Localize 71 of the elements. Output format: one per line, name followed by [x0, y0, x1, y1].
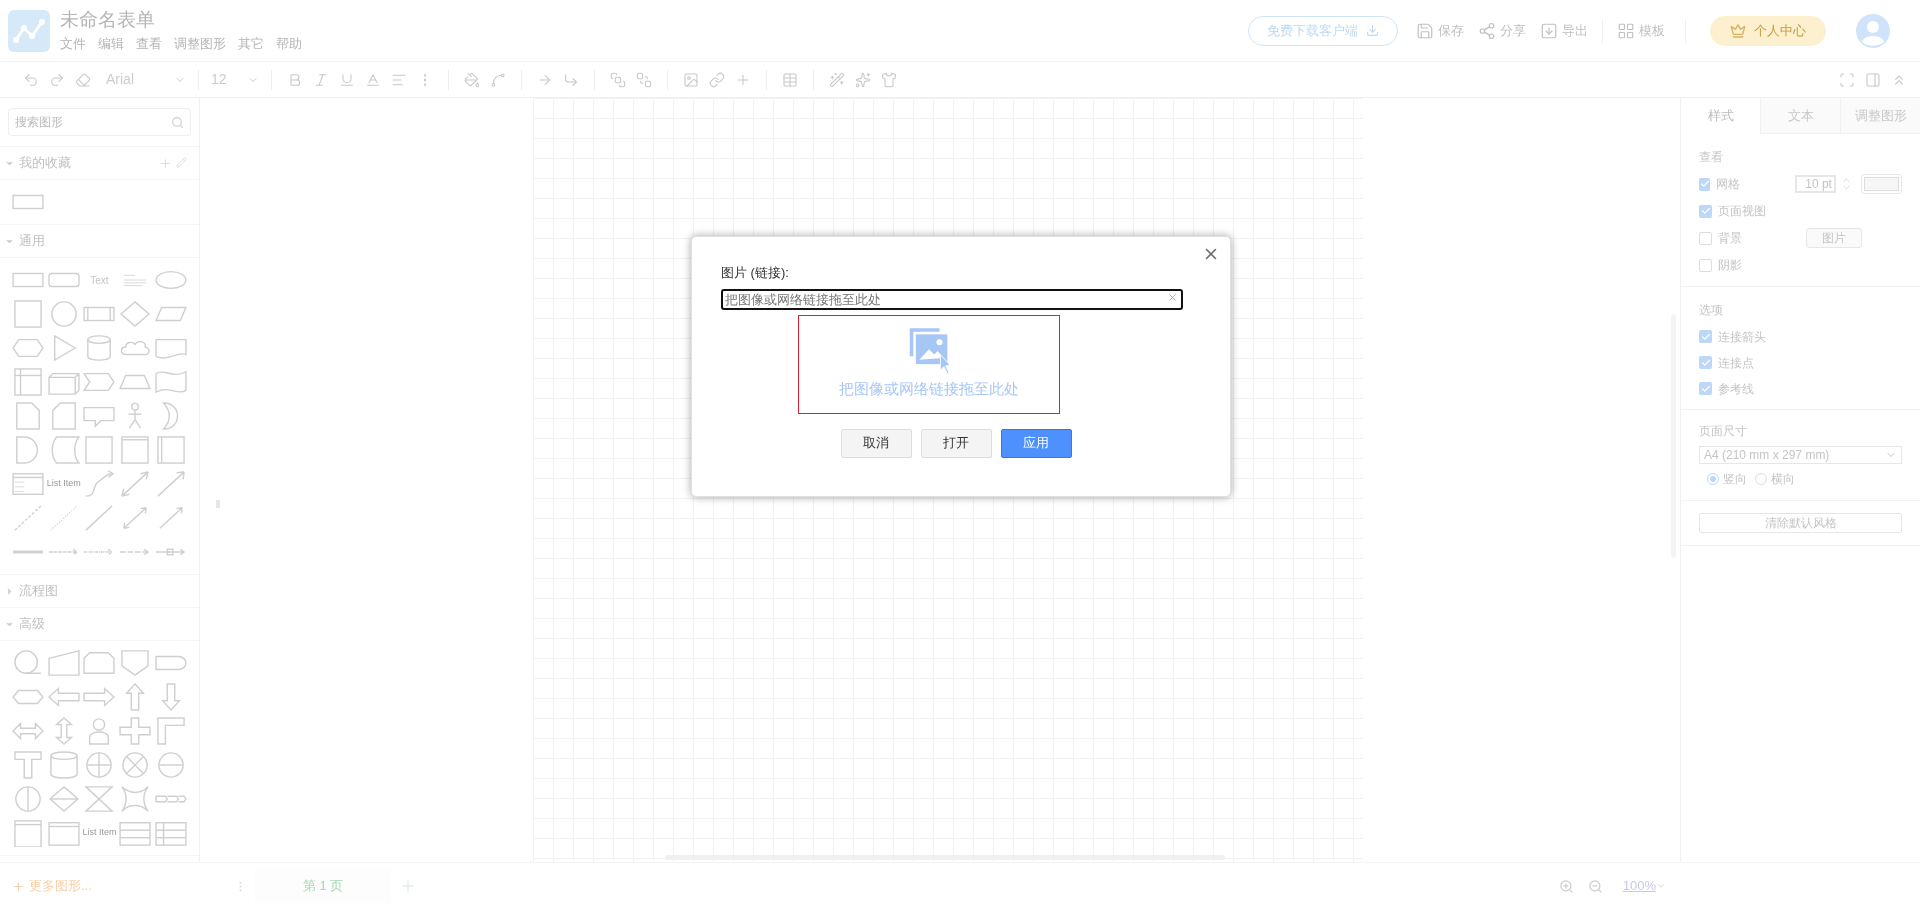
- header-action[interactable]: 保存: [1416, 20, 1464, 41]
- table-icon[interactable]: [118, 819, 153, 847]
- share-icon: [1478, 21, 1496, 40]
- header-action[interactable]: 模板: [1617, 20, 1665, 41]
- download-icon: [1366, 24, 1379, 37]
- list-item-shape[interactable]: List Item: [46, 477, 81, 491]
- section-header[interactable]: 流程图: [19, 581, 58, 601]
- grid-size-field[interactable]: 10 pt: [1794, 175, 1836, 193]
- reset-style-button[interactable]: 清除默认风格: [1699, 513, 1902, 533]
- page-size-select[interactable]: A4 (210 mm x 297 mm): [1699, 446, 1902, 464]
- text-shape[interactable]: Text: [90, 272, 109, 288]
- menu-item[interactable]: 帮助: [276, 33, 302, 54]
- section-header[interactable]: 我的收藏: [19, 153, 71, 173]
- checkbox[interactable]: [1699, 330, 1712, 343]
- caret-icon: [1656, 881, 1666, 891]
- list-container-icon[interactable]: [46, 819, 81, 847]
- add-icon: [159, 156, 172, 170]
- section-header[interactable]: 高级: [19, 614, 45, 634]
- checkbox[interactable]: [1699, 382, 1712, 395]
- manual-input-icon[interactable]: [46, 649, 81, 677]
- table-icon[interactable]: [154, 819, 189, 847]
- stepper-icon: [1841, 175, 1851, 193]
- checkbox[interactable]: [1699, 231, 1712, 245]
- zoom-out-icon: [1587, 878, 1603, 894]
- dialog-button[interactable]: 打开: [920, 428, 992, 458]
- clear-icon[interactable]: [1167, 291, 1178, 303]
- menu-item[interactable]: 编辑: [98, 33, 124, 54]
- save-icon: [1416, 21, 1434, 40]
- url-field[interactable]: 把图像或网络链接拖至此处: [721, 288, 1183, 310]
- search-field[interactable]: 搜索图形: [8, 108, 191, 136]
- search-icon[interactable]: [171, 116, 184, 129]
- checkbox[interactable]: [1699, 258, 1712, 272]
- option-label: 网格: [1716, 176, 1742, 193]
- zoom-in-icon: [1558, 878, 1574, 894]
- section-header[interactable]: 通用: [19, 231, 45, 251]
- document-title[interactable]: 未命名表单: [60, 7, 302, 32]
- menu-item[interactable]: 查看: [136, 33, 162, 54]
- header-action[interactable]: 导出: [1540, 20, 1588, 41]
- crown-icon: [1730, 22, 1746, 39]
- user-center-button[interactable]: 个人中心: [1710, 15, 1826, 46]
- tape-icon[interactable]: [154, 368, 189, 396]
- image-upload-icon: [908, 325, 950, 376]
- grid-color-swatch[interactable]: [1860, 174, 1902, 194]
- grid-icon: [1617, 21, 1635, 40]
- edit-icon: [176, 156, 187, 168]
- header-action[interactable]: 分享: [1478, 20, 1526, 41]
- section-title: 选项: [1699, 302, 1724, 319]
- dialog-label: 图片 (链接):: [721, 264, 790, 282]
- option-label: 阴影: [1718, 257, 1743, 274]
- export-icon: [1540, 21, 1558, 40]
- checkbox[interactable]: [1699, 356, 1712, 369]
- avatar-icon[interactable]: [1856, 13, 1890, 48]
- option-label: 参考线: [1718, 380, 1754, 398]
- diamond-split-icon[interactable]: [46, 785, 81, 813]
- more-shapes-link[interactable]: 更多图形...: [0, 876, 200, 896]
- menu-item[interactable]: 其它: [238, 33, 264, 54]
- loop-limit-icon[interactable]: [82, 649, 117, 677]
- menu-item[interactable]: 文件: [60, 33, 86, 54]
- checkbox[interactable]: [1699, 177, 1711, 191]
- cross-icon[interactable]: [118, 717, 153, 745]
- drop-hint: 把图像或网络链接拖至此处: [839, 378, 1019, 399]
- drop-zone[interactable]: 把图像或网络链接拖至此处: [798, 314, 1060, 414]
- add-page-icon: [399, 877, 417, 895]
- list-container-icon[interactable]: [10, 470, 45, 498]
- list-item-shape[interactable]: List Item: [82, 826, 117, 840]
- dialog-button[interactable]: 取消: [840, 428, 912, 458]
- plus-icon: [12, 879, 25, 893]
- checkbox[interactable]: [1699, 204, 1712, 218]
- dialog-button[interactable]: 应用: [1000, 428, 1072, 458]
- menu-item[interactable]: 调整图形: [174, 33, 226, 54]
- logo-icon[interactable]: [8, 9, 50, 52]
